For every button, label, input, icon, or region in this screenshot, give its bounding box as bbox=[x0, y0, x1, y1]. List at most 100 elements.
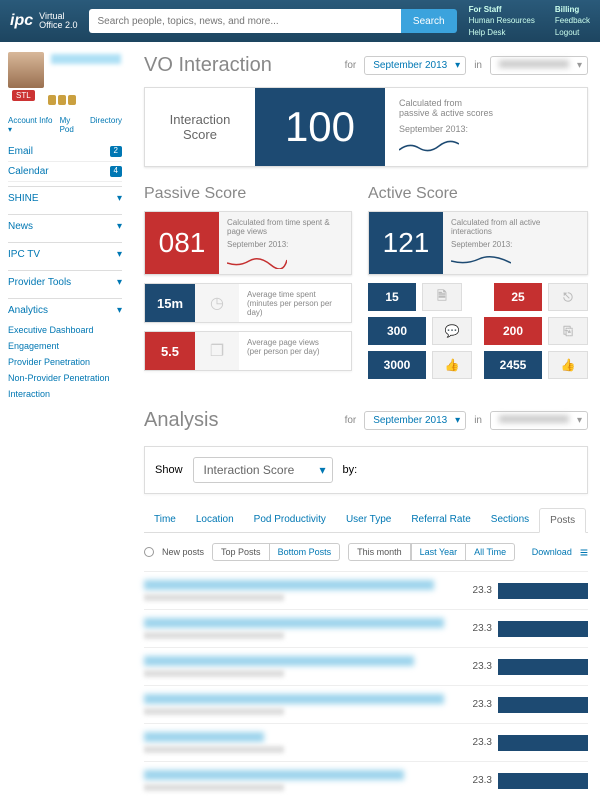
like-icon: 👍 bbox=[432, 351, 472, 379]
share-icon: ⎋ bbox=[548, 283, 588, 311]
month-btn[interactable]: This month bbox=[348, 543, 411, 561]
logo: ipc Virtual Office 2.0 bbox=[10, 12, 77, 30]
year-btn[interactable]: Last Year bbox=[411, 543, 467, 561]
sidebar-calendar[interactable]: Calendar 4 bbox=[8, 162, 122, 182]
top-links: For Staff Human Resources Help Desk Bill… bbox=[469, 4, 590, 38]
like2-icon: 👍 bbox=[548, 351, 588, 379]
menu-icon[interactable]: ≡ bbox=[580, 544, 588, 560]
sidebar-analytics[interactable]: Analytics▾ bbox=[8, 298, 122, 322]
badge-stl: STL bbox=[12, 90, 35, 101]
bar-icon bbox=[498, 773, 588, 789]
directory-link[interactable]: Directory bbox=[90, 116, 122, 134]
sidebar-provider[interactable]: Provider Tools▾ bbox=[8, 270, 122, 294]
search-wrap: Search bbox=[89, 9, 456, 33]
sub-nonprovider[interactable]: Non-Provider Penetration bbox=[8, 370, 122, 386]
post-row[interactable]: 23.3 bbox=[144, 685, 588, 723]
analysis-tabs: Time Location Pod Productivity User Type… bbox=[144, 508, 588, 533]
avg-pages-row: 5.5 ❐ Average page views(per person per … bbox=[144, 331, 352, 371]
account-link[interactable]: Account Info ▾ bbox=[8, 116, 54, 134]
pages-icon: ❐ bbox=[195, 332, 239, 370]
active-column: Active Score 121 Calculated from all act… bbox=[368, 185, 588, 385]
billing-heading: Billing bbox=[555, 4, 590, 15]
page-title: VO Interaction bbox=[144, 54, 337, 77]
feedback-link[interactable]: Feedback bbox=[555, 15, 590, 26]
sub-interaction[interactable]: Interaction bbox=[8, 386, 122, 402]
metric-dropdown[interactable]: Interaction Score bbox=[193, 457, 333, 483]
analysis-month-dropdown[interactable]: September 2013 bbox=[364, 411, 466, 430]
bar-icon bbox=[498, 697, 588, 713]
sidebar-news[interactable]: News▾ bbox=[8, 214, 122, 238]
sidebar-email[interactable]: Email 2 bbox=[8, 142, 122, 162]
email-badge: 2 bbox=[110, 146, 122, 157]
scope-dropdown[interactable] bbox=[490, 56, 588, 75]
sub-provider[interactable]: Provider Penetration bbox=[8, 354, 122, 370]
bar-icon bbox=[498, 735, 588, 751]
top-posts-btn[interactable]: Top Posts bbox=[212, 543, 270, 561]
tab-user[interactable]: User Type bbox=[336, 508, 401, 532]
passive-column: Passive Score 081 Calculated from time s… bbox=[144, 185, 352, 385]
analysis-section: Analysis for September 2013 in Show Inte… bbox=[144, 409, 588, 799]
bottom-posts-btn[interactable]: Bottom Posts bbox=[270, 543, 341, 561]
bar-icon bbox=[498, 621, 588, 637]
analysis-title: Analysis bbox=[144, 409, 337, 432]
post-sort-group: Top Posts Bottom Posts bbox=[212, 543, 340, 561]
sidebar-ipctv[interactable]: IPC TV▾ bbox=[8, 242, 122, 266]
tab-sections[interactable]: Sections bbox=[481, 508, 539, 532]
active-stat-5: 3000 bbox=[368, 351, 426, 379]
post-row[interactable]: 23.3 bbox=[144, 723, 588, 761]
active-stat-6: 2455 bbox=[484, 351, 542, 379]
topbar: ipc Virtual Office 2.0 Search For Staff … bbox=[0, 0, 600, 42]
bar-icon bbox=[498, 583, 588, 599]
analysis-scope-dropdown[interactable] bbox=[490, 411, 588, 430]
search-input[interactable] bbox=[89, 9, 400, 33]
doc-icon: 🗎 bbox=[422, 283, 462, 311]
avg-pages-value: 5.5 bbox=[145, 332, 195, 370]
tab-time[interactable]: Time bbox=[144, 508, 186, 532]
post-row[interactable]: 23.3 bbox=[144, 647, 588, 685]
logout-link[interactable]: Logout bbox=[555, 27, 590, 38]
active-stat-4: 200 bbox=[484, 317, 542, 345]
tab-location[interactable]: Location bbox=[186, 508, 244, 532]
download-link[interactable]: Download bbox=[532, 547, 572, 557]
tab-posts[interactable]: Posts bbox=[539, 508, 586, 533]
logo-ipc: ipc bbox=[10, 12, 33, 30]
post-row[interactable]: 23.3 bbox=[144, 609, 588, 647]
sparkline-icon bbox=[399, 140, 493, 156]
newposts-radio[interactable] bbox=[144, 547, 154, 557]
search-button[interactable]: Search bbox=[401, 9, 457, 33]
clock-icon: ◷ bbox=[195, 284, 239, 322]
active-stat-3: 300 bbox=[368, 317, 426, 345]
nav-links: Account Info ▾ My Pod Directory bbox=[8, 116, 122, 134]
active-stat-1: 15 bbox=[368, 283, 416, 311]
helpdesk-link[interactable]: Help Desk bbox=[469, 27, 535, 38]
passive-heading: Passive Score bbox=[144, 185, 352, 203]
interaction-value: 100 bbox=[255, 88, 385, 166]
active-value: 121 bbox=[369, 212, 443, 274]
show-box: Show Interaction Score by: bbox=[144, 446, 588, 494]
posts-list: 23.3 23.3 23.3 23.3 23.3 23.3 bbox=[144, 571, 588, 799]
month-dropdown[interactable]: September 2013 bbox=[364, 56, 466, 75]
interaction-score-card: Interaction Score 100 Calculated from pa… bbox=[144, 87, 588, 167]
avatar[interactable] bbox=[8, 52, 44, 88]
hr-link[interactable]: Human Resources bbox=[469, 15, 535, 26]
sidebar: STL Account Info ▾ My Pod Directory Emai… bbox=[0, 42, 130, 811]
tab-referral[interactable]: Referral Rate bbox=[401, 508, 480, 532]
sidebar-shine[interactable]: SHINE▾ bbox=[8, 186, 122, 210]
post-row[interactable]: 23.3 bbox=[144, 571, 588, 609]
passive-value: 081 bbox=[145, 212, 219, 274]
analytics-sublinks: Executive Dashboard Engagement Provider … bbox=[8, 322, 122, 402]
alltime-btn[interactable]: All Time bbox=[466, 543, 515, 561]
username bbox=[51, 54, 121, 64]
post-row[interactable]: 23.3 bbox=[144, 761, 588, 799]
mypod-link[interactable]: My Pod bbox=[60, 116, 84, 134]
bar-icon bbox=[498, 659, 588, 675]
medals bbox=[48, 95, 122, 108]
avg-time-row: 15m ◷ Average time spent(minutes per per… bbox=[144, 283, 352, 323]
sparkline-icon bbox=[227, 255, 343, 271]
staff-heading: For Staff bbox=[469, 4, 535, 15]
comment-icon: 💬 bbox=[432, 317, 472, 345]
calendar-badge: 4 bbox=[110, 166, 122, 177]
tab-pod[interactable]: Pod Productivity bbox=[244, 508, 336, 532]
sub-engagement[interactable]: Engagement bbox=[8, 338, 122, 354]
sub-dashboard[interactable]: Executive Dashboard bbox=[8, 322, 122, 338]
